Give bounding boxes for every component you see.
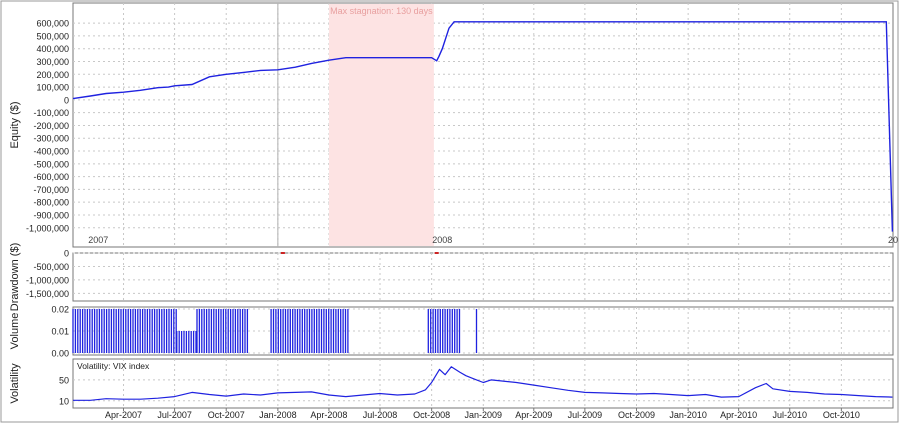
drawdown-marker bbox=[280, 252, 285, 254]
chart-svg: 600,000 500,000 400,000 300,000 200,000 100,0… bbox=[0, 0, 899, 423]
y-tick-label: -1,000,000 bbox=[26, 223, 69, 233]
x-tick-label: Oct-2008 bbox=[413, 410, 450, 420]
equity-y-axis-label: Equity ($) bbox=[9, 101, 21, 148]
x-tick-label: Oct-2009 bbox=[618, 410, 655, 420]
y-tick-label: 600,000 bbox=[36, 19, 69, 29]
y-tick-label: 300,000 bbox=[36, 57, 69, 67]
drawdown-marker bbox=[434, 252, 439, 254]
x-tick-label: Jan-2008 bbox=[259, 410, 297, 420]
volatility-y-axis-label: Volatility bbox=[9, 363, 21, 404]
volume-bar-group bbox=[176, 331, 197, 353]
stagnation-label: Max stagnation: 130 days bbox=[330, 6, 433, 16]
y-tick-label: -1,500,000 bbox=[26, 289, 69, 299]
x-tick-label: Apr-2007 bbox=[105, 410, 142, 420]
x-tick-label: Jan-2010 bbox=[669, 410, 707, 420]
x-tick-label: Jan-2009 bbox=[465, 410, 503, 420]
y-tick-label: 400,000 bbox=[36, 44, 69, 54]
y-tick-label: -100,000 bbox=[33, 108, 69, 118]
volume-bar-group bbox=[270, 309, 349, 353]
y-tick-label: -400,000 bbox=[33, 147, 69, 157]
y-tick-label: 200,000 bbox=[36, 70, 69, 80]
x-tick-label: Jul-2008 bbox=[363, 410, 398, 420]
chart-root: 600,000 500,000 400,000 300,000 200,000 100,0… bbox=[0, 0, 900, 424]
volatility-legend: Volatility: VIX index bbox=[77, 361, 150, 371]
y-tick-label: 50 bbox=[59, 375, 69, 385]
y-tick-label: 0.00 bbox=[51, 349, 69, 359]
y-tick-label: 10 bbox=[59, 396, 69, 406]
x-tick-label: Apr-2010 bbox=[720, 410, 757, 420]
y-tick-label: 500,000 bbox=[36, 31, 69, 41]
x-tick-label: Jul-2009 bbox=[568, 410, 603, 420]
year-label: 20 bbox=[888, 235, 898, 245]
y-tick-label: 100,000 bbox=[36, 83, 69, 93]
y-tick-label: -500,000 bbox=[33, 262, 69, 272]
y-tick-label: 0.01 bbox=[51, 327, 69, 337]
x-tick-label: Jul-2010 bbox=[772, 410, 807, 420]
y-tick-label: -1,000,000 bbox=[26, 275, 69, 285]
x-tick-label: Apr-2008 bbox=[310, 410, 347, 420]
y-tick-label: 0.02 bbox=[51, 305, 69, 315]
panel-volume: 0.02 0.01 0.00 Volume bbox=[9, 305, 894, 359]
x-tick-label: Oct-2007 bbox=[208, 410, 245, 420]
stagnation-band bbox=[328, 4, 434, 246]
y-tick-label: 0 bbox=[64, 249, 69, 259]
x-tick-label: Apr-2009 bbox=[515, 410, 552, 420]
panel-drawdown: 0 -500,000 -1,000,000 -1,500,000 Drawdown ($… bbox=[9, 243, 894, 311]
x-tick-label: Oct-2010 bbox=[823, 410, 860, 420]
year-label: 2008 bbox=[432, 235, 452, 245]
y-tick-label: -200,000 bbox=[33, 121, 69, 131]
year-label: 2007 bbox=[88, 235, 108, 245]
y-tick-label: -900,000 bbox=[33, 210, 69, 220]
x-tick-label: Jul-2007 bbox=[157, 410, 192, 420]
volume-y-axis-label: Volume bbox=[9, 313, 21, 350]
drawdown-y-axis-label: Drawdown ($) bbox=[9, 243, 21, 311]
y-tick-label: -300,000 bbox=[33, 134, 69, 144]
y-tick-label: -700,000 bbox=[33, 185, 69, 195]
y-tick-label: -600,000 bbox=[33, 172, 69, 182]
y-tick-label: -500,000 bbox=[33, 159, 69, 169]
y-tick-label: 0 bbox=[64, 95, 69, 105]
panel-equity: 600,000 500,000 400,000 300,000 200,000 100,0… bbox=[9, 2, 898, 248]
y-tick-label: -800,000 bbox=[33, 198, 69, 208]
